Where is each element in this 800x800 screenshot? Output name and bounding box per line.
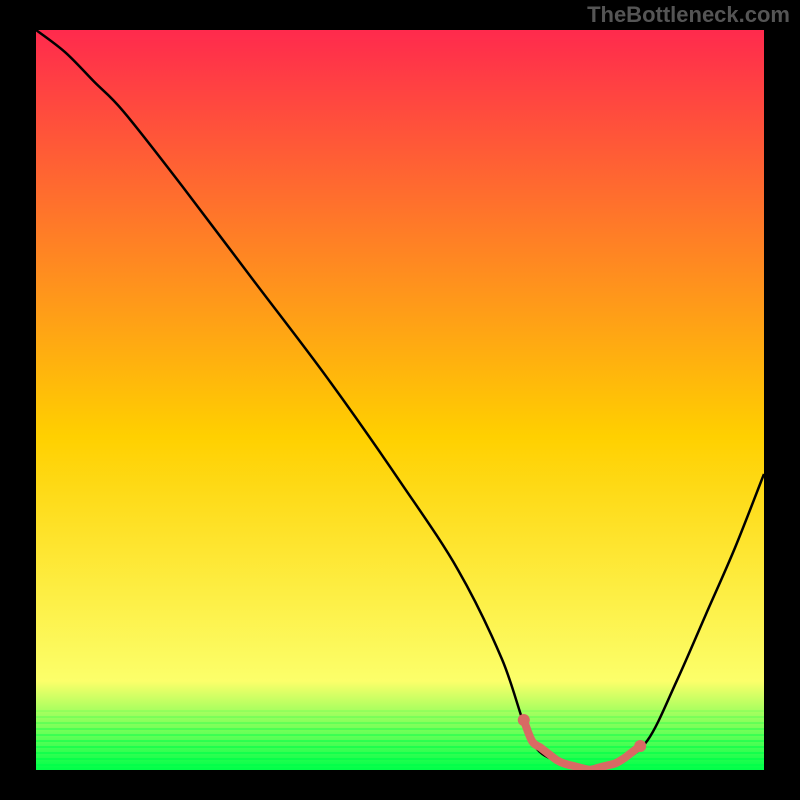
watermark-text: TheBottleneck.com	[587, 2, 790, 28]
green-band	[36, 716, 764, 718]
chart-frame: TheBottleneck.com	[0, 0, 800, 800]
green-band	[36, 722, 764, 724]
green-band	[36, 740, 764, 742]
bottleneck-chart	[0, 0, 800, 800]
green-band	[36, 758, 764, 760]
green-band	[36, 752, 764, 754]
highlight-start-dot	[518, 714, 530, 726]
highlight-end-dot	[634, 740, 646, 752]
green-band	[36, 764, 764, 766]
green-band	[36, 710, 764, 712]
green-band	[36, 746, 764, 748]
gradient-background	[36, 30, 764, 770]
green-band	[36, 734, 764, 736]
